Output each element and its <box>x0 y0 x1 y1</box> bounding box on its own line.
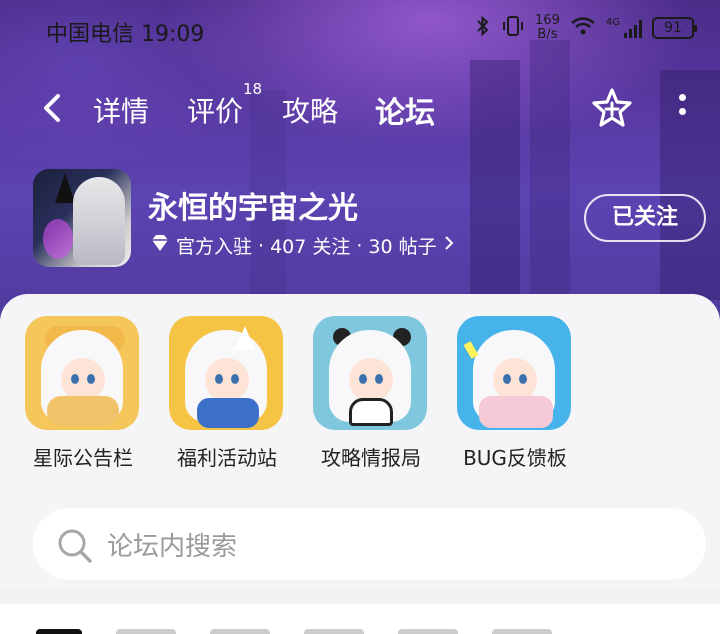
top-nav: 详情 评价 18 攻略 论坛 <box>0 80 720 140</box>
sort-tab[interactable] <box>398 629 458 634</box>
review-count-badge: 18 <box>243 80 263 98</box>
board-name: BUG反馈板 <box>463 446 567 470</box>
verified-label: 官方入驻 <box>176 236 253 258</box>
chevron-left-icon[interactable] <box>38 88 68 128</box>
sort-tab[interactable] <box>36 629 82 634</box>
game-title: 永恒的宇宙之光 <box>148 191 358 226</box>
signal-icon <box>624 18 642 38</box>
board-guide[interactable]: 攻略情报局 <box>313 316 429 471</box>
status-icons: 169 B/s 4G 91 <box>475 14 697 42</box>
vibrate-icon <box>501 15 525 42</box>
tab-guide[interactable]: 攻略 <box>282 90 338 130</box>
network-type: 4G <box>605 16 620 28</box>
board-avatar <box>25 316 139 430</box>
sort-tab[interactable] <box>116 629 176 634</box>
board-announcement[interactable]: 星际公告栏 <box>25 316 141 471</box>
post-count: 30 帖子 <box>368 236 437 258</box>
search-bar[interactable]: 论坛内搜索 <box>33 508 706 580</box>
network-speed: 169 B/s <box>535 14 560 42</box>
board-welfare[interactable]: 福利活动站 <box>169 316 285 471</box>
meta-separator: · <box>356 234 363 257</box>
follow-count: 407 关注 <box>270 236 351 258</box>
diamond-icon <box>150 234 170 257</box>
search-icon <box>55 526 95 566</box>
board-bug-report[interactable]: BUG反馈板 <box>457 316 573 471</box>
sort-tab[interactable] <box>210 629 270 634</box>
star-plus-icon[interactable] <box>590 86 634 130</box>
tab-review[interactable]: 评价 <box>187 90 243 130</box>
tab-forum[interactable]: 论坛 <box>375 88 435 132</box>
carrier-time: 中国电信 19:09 <box>46 22 205 47</box>
sort-tab[interactable] <box>304 629 364 634</box>
bluetooth-icon <box>475 15 491 42</box>
board-name: 攻略情报局 <box>321 446 421 470</box>
meta-separator: · <box>258 234 265 257</box>
follow-button[interactable]: 已关注 <box>584 194 706 242</box>
chevron-right-icon <box>443 234 455 257</box>
background-tower <box>530 40 570 300</box>
tab-detail[interactable]: 详情 <box>93 90 149 130</box>
board-avatar <box>457 316 571 430</box>
sort-tabs <box>0 604 720 634</box>
board-avatar <box>169 316 283 430</box>
wifi-icon <box>570 16 596 41</box>
board-name: 星际公告栏 <box>33 446 133 470</box>
search-input[interactable]: 论坛内搜索 <box>107 526 237 563</box>
more-vertical-icon[interactable] <box>676 94 688 124</box>
game-meta[interactable]: 官方入驻 · 407 关注 · 30 帖子 <box>150 232 455 259</box>
speed-unit: B/s <box>537 27 558 42</box>
forum-sheet: 星际公告栏 福利活动站 攻略情报局 BUG反馈板 论坛内搜索 <box>0 294 720 590</box>
sort-tab[interactable] <box>492 629 552 634</box>
speed-value: 169 <box>535 13 560 28</box>
battery-icon: 91 <box>652 17 697 39</box>
board-name: 福利活动站 <box>177 446 277 470</box>
game-icon[interactable] <box>33 169 131 267</box>
status-bar: 中国电信 19:09 169 B/s 4G 91 <box>0 0 720 60</box>
board-avatar <box>313 316 427 430</box>
